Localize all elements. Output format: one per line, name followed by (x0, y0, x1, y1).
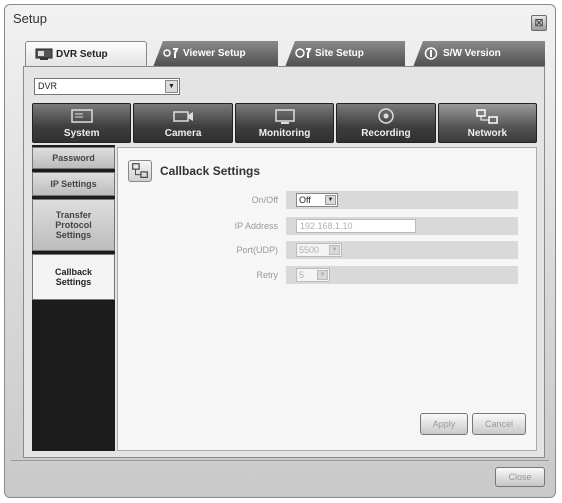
category-label: Camera (164, 128, 202, 139)
tab-sw-version[interactable]: S/W Version (413, 41, 545, 67)
network-sidebar: Password IP Settings Transfer Protocol S… (32, 145, 115, 451)
sidebar-item-label: Callback Settings (54, 267, 93, 287)
sidebar-item-label: IP Settings (50, 179, 97, 189)
site-tools-icon (295, 48, 312, 58)
category-label: Monitoring (258, 128, 311, 139)
retry-value: 5 (299, 270, 305, 280)
retry-row: 5 ▼ (286, 266, 518, 284)
network-icon (476, 109, 499, 124)
onoff-label: On/Off (251, 195, 278, 205)
chevron-down-icon: ▼ (329, 245, 340, 255)
retry-select[interactable]: 5 ▼ (296, 268, 330, 282)
port-value: 5500 (299, 245, 320, 255)
category-label: System (63, 128, 100, 139)
ip-address-input[interactable]: 192.168.1.10 (296, 219, 416, 233)
ip-address-row: 192.168.1.10 (286, 217, 518, 235)
category-system[interactable]: System (32, 103, 132, 143)
tab-label: Site Setup (315, 48, 364, 59)
dvr-icon (35, 48, 53, 60)
monitor-icon (274, 109, 295, 124)
main-tabs: DVR Setup Viewer Setup Site Setup S/W Ve… (25, 41, 545, 67)
ip-address-label: IP Address (234, 221, 278, 231)
tab-viewer-setup[interactable]: Viewer Setup (153, 41, 278, 67)
chevron-down-icon: ▼ (325, 195, 336, 205)
retry-label: Retry (256, 270, 278, 280)
panel-title: Callback Settings (160, 164, 261, 178)
sidebar-item-callback-settings[interactable]: Callback Settings (32, 254, 115, 300)
cancel-button[interactable]: Cancel (472, 413, 526, 435)
onoff-select[interactable]: Off ▼ (296, 193, 338, 207)
port-row: 5500 ▼ (286, 241, 518, 259)
callback-settings-icon (128, 160, 152, 182)
sidebar-item-password[interactable]: Password (32, 147, 115, 169)
setup-window: Setup ⊠ DVR Setup Viewer Setup Site Setu… (4, 4, 556, 498)
category-network[interactable]: Network (437, 103, 538, 143)
tab-site-setup[interactable]: Site Setup (285, 41, 405, 67)
tab-label: Viewer Setup (183, 48, 246, 59)
apply-button[interactable]: Apply (420, 413, 468, 435)
callback-settings-panel: Callback Settings On/Off Off ▼ IP Addres… (117, 147, 537, 451)
category-recording[interactable]: Recording (336, 103, 436, 143)
category-monitoring[interactable]: Monitoring (234, 103, 335, 143)
port-select[interactable]: 5500 ▼ (296, 243, 342, 257)
tab-label: DVR Setup (56, 49, 108, 60)
category-label: Network (467, 128, 508, 139)
footer-divider (11, 460, 549, 461)
dvr-select-value: DVR (38, 81, 58, 91)
sidebar-item-ip-settings[interactable]: IP Settings (32, 172, 115, 196)
close-icon[interactable]: ⊠ (531, 15, 547, 31)
info-icon (424, 47, 438, 60)
window-title: Setup (13, 11, 47, 26)
viewer-tools-icon (163, 48, 179, 58)
onoff-row: Off ▼ (286, 191, 518, 209)
chevron-down-icon: ▼ (317, 270, 328, 280)
category-bar: System Camera Monitoring Recording Netwo… (32, 103, 538, 143)
camera-icon (173, 111, 194, 122)
category-label: Recording (361, 128, 411, 139)
system-icon (70, 109, 93, 123)
port-label: Port(UDP) (236, 245, 278, 255)
tab-dvr-setup[interactable]: DVR Setup (25, 41, 147, 67)
dvr-select[interactable]: DVR ▼ (34, 78, 180, 95)
chevron-down-icon: ▼ (165, 80, 178, 93)
dvr-setup-content: DVR ▼ System Camera Monitoring Recording… (23, 66, 545, 458)
sidebar-item-label: Transfer Protocol Settings (55, 210, 92, 240)
category-camera[interactable]: Camera (133, 103, 233, 143)
close-button[interactable]: Close (495, 467, 545, 487)
recording-icon (378, 108, 394, 124)
onoff-value: Off (299, 195, 311, 205)
tab-label: S/W Version (443, 48, 501, 59)
sidebar-item-label: Password (52, 153, 95, 163)
sidebar-item-transfer-protocol[interactable]: Transfer Protocol Settings (32, 199, 115, 251)
